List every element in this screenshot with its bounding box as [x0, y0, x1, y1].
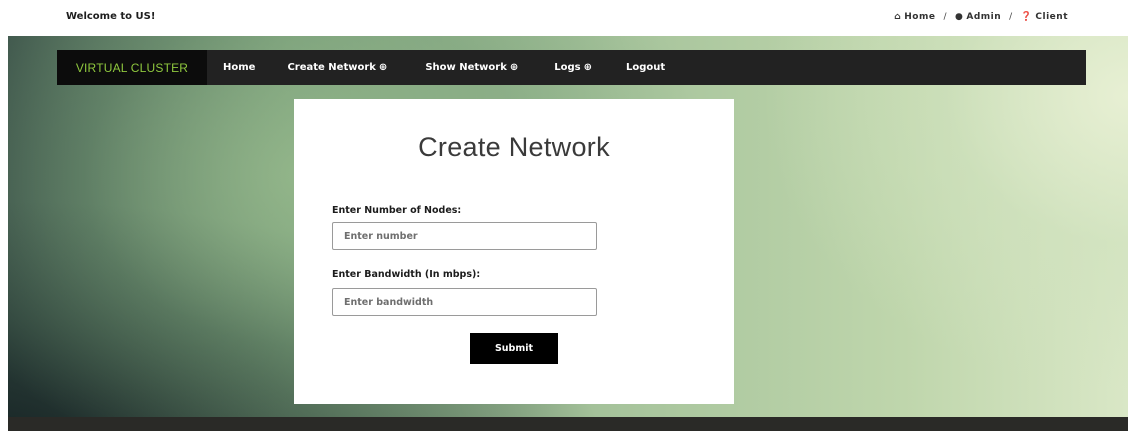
plus-circle-icon: ⊕	[509, 62, 519, 73]
nav-create-network[interactable]: Create Network ⊕	[287, 62, 387, 73]
nav-show-network[interactable]: Show Network ⊕	[425, 62, 518, 73]
top-link-client[interactable]: ❓ Client	[1021, 12, 1068, 22]
home-icon: ⌂	[894, 12, 902, 22]
nav-home[interactable]: Home	[223, 62, 255, 73]
question-icon: ❓	[1020, 12, 1033, 22]
bandwidth-input[interactable]	[332, 288, 597, 316]
top-link-home-label: Home	[904, 12, 936, 22]
main-navbar: VIRTUAL CLUSTER Home Create Network ⊕ Sh…	[57, 50, 1086, 85]
nav-home-label: Home	[223, 62, 256, 73]
nav-logout[interactable]: Logout	[626, 62, 665, 73]
users-icon: ●	[955, 12, 964, 22]
plus-circle-icon: ⊕	[378, 62, 388, 73]
top-link-separator: /	[1009, 12, 1013, 22]
page-title: Create Network	[418, 132, 610, 162]
top-link-client-label: Client	[1035, 12, 1068, 22]
bandwidth-label: Enter Bandwidth (In mbps):	[332, 269, 481, 280]
nodes-input[interactable]	[332, 222, 597, 250]
nav-create-network-label: Create Network	[287, 62, 376, 73]
footer-band	[8, 417, 1128, 431]
nav-logout-label: Logout	[626, 62, 666, 73]
top-link-admin-label: Admin	[966, 12, 1002, 22]
nodes-label: Enter Number of Nodes:	[332, 205, 462, 216]
top-links: ⌂ Home / ● Admin / ❓ Client	[894, 12, 1068, 22]
nav-logs-label: Logs	[554, 62, 581, 73]
top-link-separator: /	[943, 12, 947, 22]
plus-circle-icon: ⊕	[583, 62, 592, 73]
nav-show-network-label: Show Network	[425, 62, 507, 73]
top-link-admin[interactable]: ● Admin	[955, 12, 1001, 22]
top-link-home[interactable]: ⌂ Home	[894, 12, 935, 22]
create-network-card: Create Network Enter Number of Nodes: En…	[294, 99, 734, 404]
top-bar: Welcome to US! ⌂ Home / ● Admin / ❓ Client	[0, 0, 1128, 36]
welcome-text: Welcome to US!	[66, 11, 156, 22]
brand-logo[interactable]: VIRTUAL CLUSTER	[57, 50, 207, 85]
nav-logs[interactable]: Logs ⊕	[554, 62, 592, 73]
submit-button[interactable]: Submit	[470, 333, 558, 364]
